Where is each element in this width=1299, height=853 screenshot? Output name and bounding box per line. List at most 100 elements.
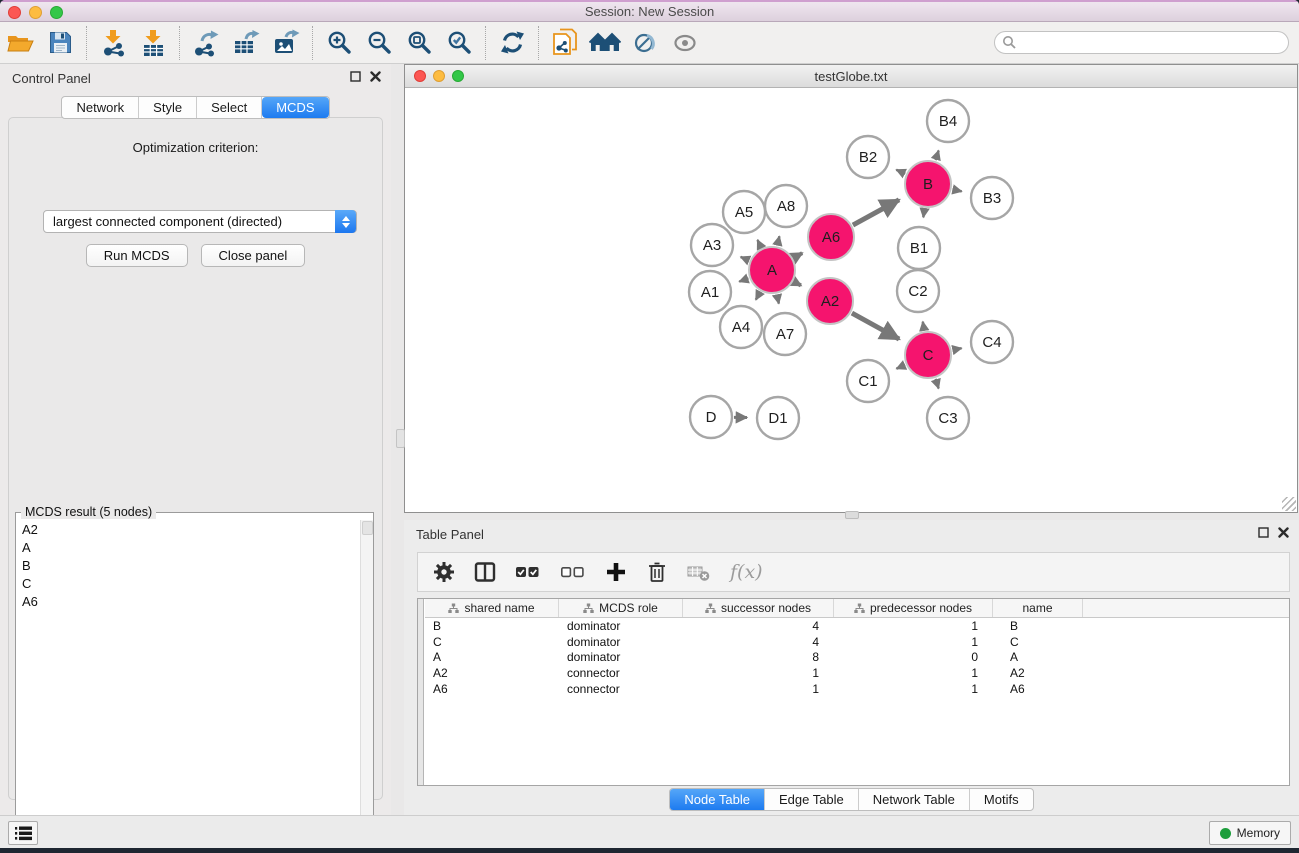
tab-mcds[interactable]: MCDS [262,97,328,118]
delete-column-icon[interactable] [646,561,668,583]
run-mcds-button[interactable]: Run MCDS [86,244,188,267]
cell-name[interactable]: A [993,650,1083,664]
table-row[interactable]: Bdominator41B [425,618,1289,634]
node-C[interactable]: C [905,332,951,378]
tab-style[interactable]: Style [139,97,197,118]
node-A4[interactable]: A4 [720,306,762,348]
cell-shared-name[interactable]: A2 [425,666,559,680]
mcds-result-item[interactable]: A [17,538,359,556]
mcds-result-item[interactable]: B [17,556,359,574]
show-graphics-details-button[interactable] [625,25,665,61]
zoom-selected-button[interactable] [439,25,479,61]
float-panel-icon[interactable] [1258,527,1269,538]
column-header-MCDS-role[interactable]: MCDS role [559,599,683,617]
table-row[interactable]: Adominator80A [425,650,1289,666]
node-A5[interactable]: A5 [723,191,765,233]
mcds-result-item[interactable]: C [17,574,359,592]
zoom-network-window-button[interactable] [452,70,464,82]
tab-network[interactable]: Network [62,97,139,118]
window-resize-grip[interactable] [1282,497,1296,511]
tab-node-table[interactable]: Node Table [670,789,765,810]
close-panel-icon[interactable] [370,71,381,82]
memory-button[interactable]: Memory [1209,821,1291,845]
cell-MCDS-role[interactable]: dominator [559,650,683,664]
tab-select[interactable]: Select [197,97,262,118]
close-window-button[interactable] [8,6,21,19]
zoom-window-button[interactable] [50,6,63,19]
import-table-button[interactable] [133,25,173,61]
table-row[interactable]: A6connector11A6 [425,681,1289,697]
edge-A6-B[interactable] [853,200,899,225]
float-panel-icon[interactable] [350,71,361,82]
cell-shared-name[interactable]: B [425,619,559,633]
cell-successor-nodes[interactable]: 4 [683,635,834,649]
cell-shared-name[interactable]: C [425,635,559,649]
column-header-successor-nodes[interactable]: successor nodes [683,599,834,617]
edge-B-B4[interactable] [936,151,939,161]
cell-predecessor-nodes[interactable]: 1 [834,635,993,649]
cell-successor-nodes[interactable]: 8 [683,650,834,664]
edge-A-A7[interactable] [777,294,779,303]
edge-A-A2[interactable] [794,282,801,286]
node-D[interactable]: D [690,396,732,438]
new-network-from-selection-button[interactable] [545,25,585,61]
node-A6[interactable]: A6 [808,214,854,260]
mcds-scrollbar[interactable] [360,520,373,848]
table-row[interactable]: Cdominator41C [425,634,1289,650]
node-A1[interactable]: A1 [689,271,731,313]
cell-name[interactable]: A2 [993,666,1083,680]
home-button[interactable] [585,25,625,61]
network-canvas[interactable]: B4B2BB3A5A8A6A3B1AA1C2A2A4A7C4CC1C3DD1 [405,88,1297,512]
cell-predecessor-nodes[interactable]: 1 [834,682,993,696]
node-A[interactable]: A [749,247,795,293]
cell-predecessor-nodes[interactable]: 0 [834,650,993,664]
deselect-all-checkboxes-icon[interactable] [560,561,586,583]
select-all-checkboxes-icon[interactable] [515,561,541,583]
edge-A-A8[interactable] [777,236,779,245]
delete-table-icon[interactable] [687,561,711,583]
tab-motifs[interactable]: Motifs [970,789,1033,810]
zoom-in-button[interactable] [319,25,359,61]
cell-name[interactable]: A6 [993,682,1083,696]
cell-predecessor-nodes[interactable]: 1 [834,666,993,680]
minimize-network-window-button[interactable] [433,70,445,82]
edge-C-C4[interactable] [952,348,961,350]
node-A2[interactable]: A2 [807,278,853,324]
cell-name[interactable]: B [993,619,1083,633]
tab-edge-table[interactable]: Edge Table [765,789,859,810]
edge-C-C1[interactable] [896,365,905,369]
mcds-result-list[interactable]: A2ABCA6 [17,520,359,848]
export-network-button[interactable] [186,25,226,61]
cell-name[interactable]: C [993,635,1083,649]
edge-A-A5[interactable] [757,240,761,248]
zoom-fit-button[interactable] [399,25,439,61]
tab-network-table[interactable]: Network Table [859,789,970,810]
edge-A-A3[interactable] [741,257,749,260]
node-A8[interactable]: A8 [765,185,807,227]
save-session-button[interactable] [40,25,80,61]
search-input[interactable] [994,31,1289,54]
edge-B-B2[interactable] [896,170,905,174]
close-network-window-button[interactable] [414,70,426,82]
cell-successor-nodes[interactable]: 1 [683,666,834,680]
cell-successor-nodes[interactable]: 4 [683,619,834,633]
edge-C-C2[interactable] [923,322,924,331]
mcds-result-item[interactable]: A6 [17,592,359,610]
cell-predecessor-nodes[interactable]: 1 [834,619,993,633]
node-B4[interactable]: B4 [927,100,969,142]
import-network-button[interactable] [93,25,133,61]
node-B[interactable]: B [905,161,951,207]
node-A3[interactable]: A3 [691,224,733,266]
edge-A-A1[interactable] [739,278,748,281]
edge-A-A4[interactable] [756,292,760,300]
table-row[interactable]: A2connector11A2 [425,665,1289,681]
add-column-icon[interactable] [605,561,627,583]
close-panel-icon[interactable] [1278,527,1289,538]
node-C2[interactable]: C2 [897,270,939,312]
edge-C-C3[interactable] [936,379,939,389]
node-C1[interactable]: C1 [847,360,889,402]
edge-A-A6[interactable] [794,253,802,258]
horizontal-splitter-grip[interactable] [845,511,859,519]
node-B1[interactable]: B1 [898,227,940,269]
toggle-panes-icon[interactable] [474,561,496,583]
